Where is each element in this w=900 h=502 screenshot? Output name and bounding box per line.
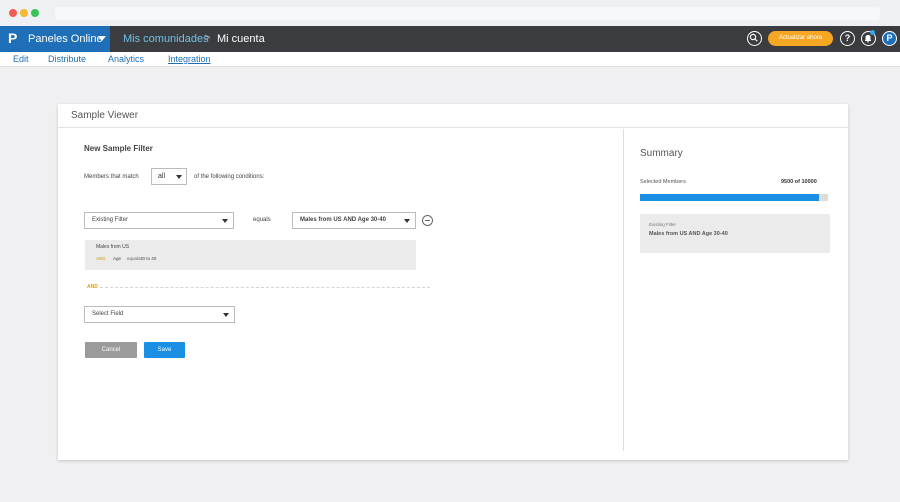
select-field-value: Select Field xyxy=(92,311,124,317)
filter-field-select[interactable]: Existing Filter xyxy=(84,212,234,229)
panel-divider xyxy=(623,129,624,451)
filter-title: New Sample Filter xyxy=(84,144,153,153)
brand-logo-icon: P xyxy=(8,30,18,46)
match-prefix-label: Members that match xyxy=(84,174,139,180)
brand-name: Paneles Online xyxy=(28,33,103,45)
chevron-down-icon xyxy=(176,175,182,179)
breadcrumb-mi-cuenta: Mi cuenta xyxy=(217,33,265,45)
and-separator-label: AND xyxy=(87,284,98,290)
selected-members-label: Selected Members xyxy=(640,179,686,185)
existing-filter-field: Age xyxy=(113,256,122,261)
profile-icon[interactable]: P xyxy=(882,31,897,46)
search-icon[interactable] xyxy=(747,31,762,46)
close-window-button[interactable] xyxy=(9,9,17,17)
existing-filter-operator: equals xyxy=(127,256,141,261)
and-separator-line xyxy=(100,287,430,288)
chevron-down-icon xyxy=(404,219,410,223)
brand-menu[interactable]: P Paneles Online xyxy=(0,26,110,52)
remove-condition-icon[interactable] xyxy=(422,215,433,226)
address-bar[interactable] xyxy=(55,7,880,20)
filter-value-value: Males from US AND Age 30-40 xyxy=(300,217,386,223)
selected-members-progress-fill xyxy=(640,194,819,201)
cancel-button[interactable]: Cancel xyxy=(85,342,137,358)
selected-members-count: 9500 of 10000 xyxy=(781,179,817,185)
filter-field-value: Existing Filter xyxy=(92,217,129,223)
browser-chrome xyxy=(0,0,900,26)
save-button[interactable]: Save xyxy=(144,342,185,358)
summary-title: Summary xyxy=(640,148,683,159)
notification-badge xyxy=(870,30,875,35)
panel-title: Sample Viewer xyxy=(71,110,139,121)
match-suffix-label: of the following conditions: xyxy=(194,174,265,180)
existing-filter-details: Males from US AND Age equals 30 to 40 xyxy=(85,240,416,270)
breadcrumb-mis-comunidades[interactable]: Mis comunidades xyxy=(123,33,209,45)
filter-value-select[interactable]: Males from US AND Age 30-40 xyxy=(292,212,416,229)
operator-label: equals xyxy=(253,217,271,223)
sub-navigation: Edit Distribute Analytics Integration xyxy=(0,52,900,67)
summary-filter-value: Males from US AND Age 30-40 xyxy=(649,231,728,237)
update-now-button[interactable]: Actualizar ahora xyxy=(768,31,833,46)
existing-filter-tag: AND xyxy=(96,256,106,261)
existing-filter-value: 30 to 40 xyxy=(140,256,157,261)
summary-filter-label: Existing Filter xyxy=(649,222,677,227)
maximize-window-button[interactable] xyxy=(31,9,39,17)
chevron-down-icon xyxy=(222,219,228,223)
existing-filter-title: Males from US xyxy=(96,244,130,250)
match-mode-value: all xyxy=(158,173,166,180)
summary-filter-box: Existing Filter Males from US AND Age 30… xyxy=(640,214,830,253)
chevron-down-icon xyxy=(98,36,106,41)
breadcrumb-separator-icon: > xyxy=(204,32,211,44)
tab-edit[interactable]: Edit xyxy=(13,54,29,64)
chevron-down-icon xyxy=(223,313,229,317)
app-header: P Paneles Online Mis comunidades > Mi cu… xyxy=(0,26,900,52)
minimize-window-button[interactable] xyxy=(20,9,28,17)
help-icon[interactable]: ? xyxy=(840,31,855,46)
match-mode-select[interactable]: all xyxy=(151,168,187,185)
sample-viewer-panel: Sample Viewer New Sample Filter Members … xyxy=(58,104,848,460)
tab-distribute[interactable]: Distribute xyxy=(48,54,86,64)
panel-header: Sample Viewer xyxy=(58,104,848,128)
tab-integration[interactable]: Integration xyxy=(168,54,211,64)
select-field-dropdown[interactable]: Select Field xyxy=(84,306,235,323)
tab-analytics[interactable]: Analytics xyxy=(108,54,144,64)
selected-members-progress xyxy=(640,194,828,201)
